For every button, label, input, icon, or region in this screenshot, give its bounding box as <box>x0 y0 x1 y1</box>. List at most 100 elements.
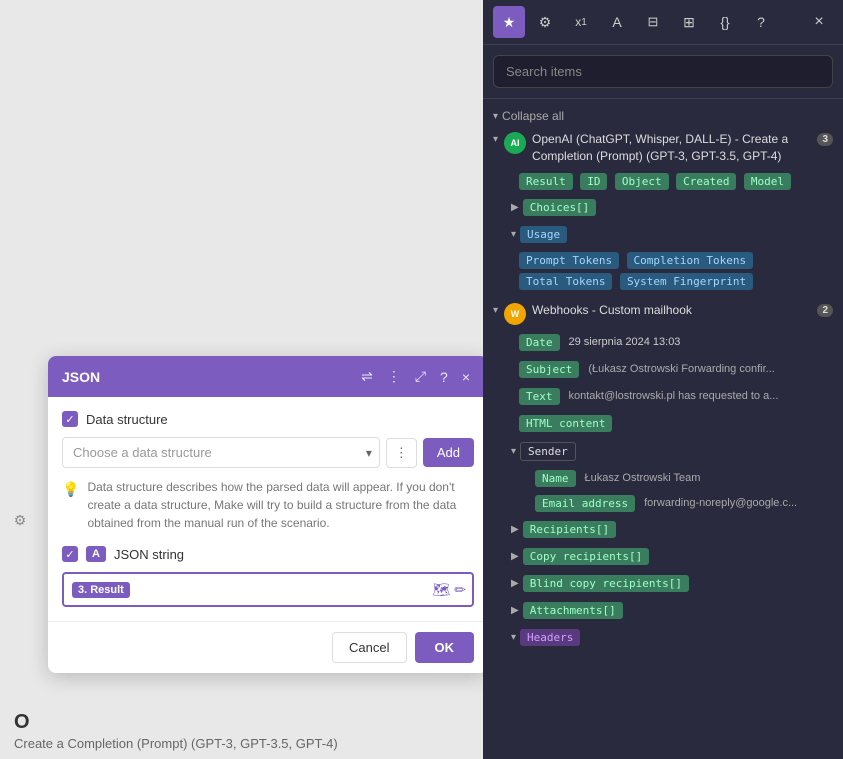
usage-expand-icon: ▾ <box>511 229 516 240</box>
ok-button[interactable]: OK <box>415 632 475 663</box>
usage-row[interactable]: ▾ Usage <box>483 221 843 248</box>
attachments-expand-icon: ▶ <box>511 605 519 616</box>
date-value: 29 sierpnia 2024 13:03 <box>569 334 688 350</box>
webhooks-toggle-icon: ▾ <box>493 305 498 316</box>
openai-module-header[interactable]: ▾ AI OpenAI (ChatGPT, Whisper, DALL-E) -… <box>483 127 843 169</box>
model-tag[interactable]: Model <box>744 173 791 190</box>
blind-copy-expand-icon: ▶ <box>511 578 519 589</box>
webhooks-module: ▾ W Webhooks - Custom mailhook 2 Date 29… <box>483 298 843 651</box>
created-tag[interactable]: Created <box>676 173 736 190</box>
more-options-btn[interactable]: ⋮ <box>386 438 417 468</box>
choices-row[interactable]: ▶ Choices[] <box>483 194 843 221</box>
sender-tag[interactable]: Sender <box>520 442 576 461</box>
json-string-label: JSON string <box>114 547 184 562</box>
collapse-all-label: Collapse all <box>502 109 564 123</box>
headers-row[interactable]: ▾ Headers <box>483 624 843 651</box>
choices-tag[interactable]: Choices[] <box>523 199 597 216</box>
webhooks-icon: W <box>504 303 526 325</box>
data-structure-checkbox[interactable] <box>62 411 78 427</box>
toolbar-text-btn[interactable]: A <box>601 6 633 38</box>
sender-name-row: Name Łukasz Ostrowski Team <box>483 466 843 491</box>
token-edit-btn[interactable]: ✏ <box>454 581 466 598</box>
token-input-icons: 🗺 ✏ <box>432 581 466 598</box>
structure-select[interactable]: Choose a data structure <box>62 437 380 468</box>
subject-tag[interactable]: Subject <box>519 361 579 378</box>
json-panel-expand-btn[interactable]: ⤢ <box>411 366 430 387</box>
json-panel-help-btn[interactable]: ? <box>436 367 452 387</box>
right-toolbar: ★ ⚙ x1 A ⊟ ⊞ {} ? × <box>483 0 843 45</box>
prompt-tokens-tag[interactable]: Prompt Tokens <box>519 252 619 269</box>
webhooks-badge: 2 <box>817 304 833 317</box>
toolbar-help-btn[interactable]: ? <box>745 6 777 38</box>
json-panel-close-btn[interactable]: × <box>458 367 474 387</box>
text-row: Text kontakt@lostrowski.pl has requested… <box>483 383 843 410</box>
system-fingerprint-tag[interactable]: System Fingerprint <box>620 273 753 290</box>
id-tag[interactable]: ID <box>580 173 607 190</box>
recipients-expand-icon: ▶ <box>511 524 519 535</box>
subject-row: Subject (Łukasz Ostrowski Forwarding con… <box>483 356 843 383</box>
usage-tags: Prompt Tokens Completion Tokens Total To… <box>483 248 843 294</box>
bottom-bar: O Create a Completion (Prompt) (GPT-3, G… <box>0 703 483 759</box>
completion-tokens-tag[interactable]: Completion Tokens <box>627 252 754 269</box>
sender-row[interactable]: ▾ Sender <box>483 437 843 466</box>
toolbar-close-btn[interactable]: × <box>805 8 833 36</box>
usage-tag[interactable]: Usage <box>520 226 567 243</box>
recipients-row[interactable]: ▶ Recipients[] <box>483 516 843 543</box>
copy-recipients-tag[interactable]: Copy recipients[] <box>523 548 650 565</box>
openai-toggle-icon: ▾ <box>493 134 498 145</box>
html-content-tag[interactable]: HTML content <box>519 415 612 432</box>
recipients-tag[interactable]: Recipients[] <box>523 521 616 538</box>
help-icon: 💡 <box>62 479 79 532</box>
right-panel: ★ ⚙ x1 A ⊟ ⊞ {} ? × ▾ Collapse all ▾ AI … <box>483 0 843 759</box>
toolbar-superscript-btn[interactable]: x1 <box>565 6 597 38</box>
type-badge: A <box>86 546 106 562</box>
toolbar-star-btn[interactable]: ★ <box>493 6 525 38</box>
attachments-tag[interactable]: Attachments[] <box>523 602 623 619</box>
structure-select-wrap: Choose a data structure ▾ <box>62 437 380 468</box>
object-tag[interactable]: Object <box>615 173 669 190</box>
email-address-tag[interactable]: Email address <box>535 495 635 512</box>
html-content-row: HTML content <box>483 410 843 437</box>
add-structure-btn[interactable]: Add <box>423 438 474 467</box>
blind-copy-tag[interactable]: Blind copy recipients[] <box>523 575 689 592</box>
panel-footer: Cancel OK <box>48 621 488 673</box>
date-tag[interactable]: Date <box>519 334 560 351</box>
toolbar-gear-btn[interactable]: ⚙ <box>529 6 561 38</box>
name-value: Łukasz Ostrowski Team <box>585 470 708 486</box>
collapse-all-row[interactable]: ▾ Collapse all <box>483 105 843 127</box>
webhooks-title: Webhooks - Custom mailhook <box>532 302 811 319</box>
copy-recipients-expand-icon: ▶ <box>511 551 519 562</box>
headers-tag[interactable]: Headers <box>520 629 580 646</box>
copy-recipients-row[interactable]: ▶ Copy recipients[] <box>483 543 843 570</box>
subject-value: (Łukasz Ostrowski Forwarding confir... <box>588 361 781 377</box>
token-input-wrap: 3. Result 🗺 ✏ <box>62 572 474 607</box>
cancel-button[interactable]: Cancel <box>332 632 406 663</box>
help-text-content: Data structure describes how the parsed … <box>87 478 474 532</box>
text-value: kontakt@lostrowski.pl has requested to a… <box>569 388 786 404</box>
total-tokens-tag[interactable]: Total Tokens <box>519 273 612 290</box>
json-panel: JSON ⇌ ⋮ ⤢ ? × Data structure Choose a d… <box>48 356 488 673</box>
json-panel-share-btn[interactable]: ⇌ <box>357 366 377 387</box>
json-panel-more-btn[interactable]: ⋮ <box>383 366 405 387</box>
date-row: Date 29 sierpnia 2024 13:03 <box>483 329 843 356</box>
token-badge: 3. Result <box>72 582 130 598</box>
toolbar-brace-btn[interactable]: {} <box>709 6 741 38</box>
blind-copy-row[interactable]: ▶ Blind copy recipients[] <box>483 570 843 597</box>
search-input[interactable] <box>493 55 833 88</box>
json-panel-body: Data structure Choose a data structure ▾… <box>48 397 488 621</box>
name-tag[interactable]: Name <box>535 470 576 487</box>
json-string-checkbox[interactable] <box>62 546 78 562</box>
settings-icon[interactable]: ⚙ <box>8 508 32 532</box>
openai-module: ▾ AI OpenAI (ChatGPT, Whisper, DALL-E) -… <box>483 127 843 294</box>
toolbar-calendar-btn[interactable]: ⊟ <box>637 6 669 38</box>
webhooks-module-header[interactable]: ▾ W Webhooks - Custom mailhook 2 <box>483 298 843 329</box>
json-string-row: A JSON string <box>62 546 474 562</box>
result-tag[interactable]: Result <box>519 173 573 190</box>
text-tag[interactable]: Text <box>519 388 560 405</box>
json-panel-header: JSON ⇌ ⋮ ⤢ ? × <box>48 356 488 397</box>
token-map-btn[interactable]: 🗺 <box>432 581 450 598</box>
attachments-row[interactable]: ▶ Attachments[] <box>483 597 843 624</box>
toolbar-table-btn[interactable]: ⊞ <box>673 6 705 38</box>
search-wrap <box>483 45 843 99</box>
items-list: ▾ Collapse all ▾ AI OpenAI (ChatGPT, Whi… <box>483 99 843 759</box>
